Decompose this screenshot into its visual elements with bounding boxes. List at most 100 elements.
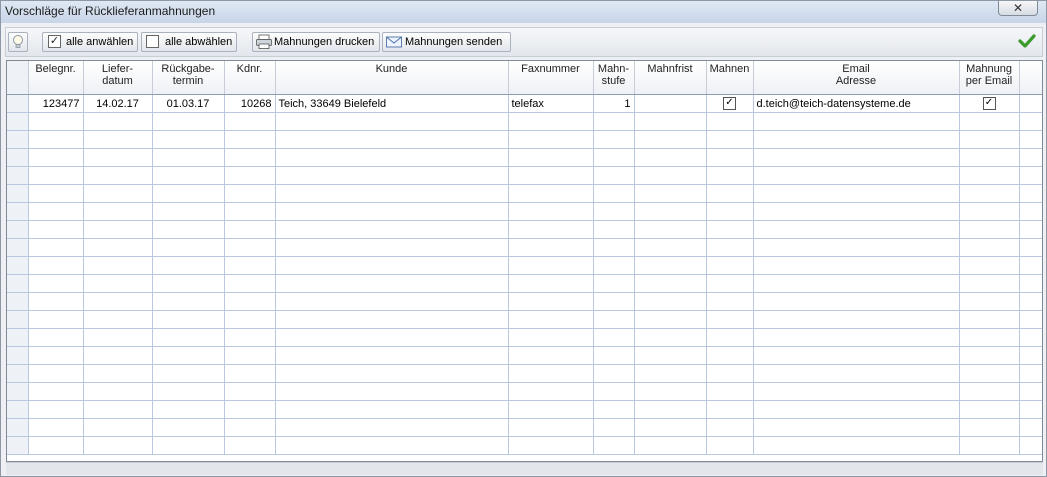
ok-button[interactable]	[1017, 32, 1039, 52]
cell-per_email[interactable]	[959, 328, 1020, 347]
cell-mahnen[interactable]: ✓	[706, 94, 754, 113]
cell-per_email[interactable]	[959, 130, 1020, 149]
row-selector[interactable]	[7, 310, 29, 329]
cell-mahnen[interactable]	[706, 328, 754, 347]
column-header[interactable]: Belegnr.	[28, 61, 84, 95]
cell-per_email[interactable]	[959, 400, 1020, 419]
cell-per_email[interactable]	[959, 166, 1020, 185]
row-selector[interactable]	[7, 400, 29, 419]
empty-table-row[interactable]	[7, 400, 1042, 419]
empty-table-row[interactable]	[7, 310, 1042, 329]
empty-table-row[interactable]	[7, 418, 1042, 437]
cell-per_email[interactable]	[959, 364, 1020, 383]
cell-mahnen[interactable]	[706, 148, 754, 167]
empty-table-row[interactable]	[7, 130, 1042, 149]
row-selector[interactable]	[7, 238, 29, 257]
hint-button[interactable]	[8, 32, 28, 52]
empty-table-row[interactable]	[7, 202, 1042, 221]
column-header[interactable]: Mahnfrist	[634, 61, 707, 95]
cell-per_email[interactable]	[959, 418, 1020, 437]
cell-mahnen[interactable]	[706, 400, 754, 419]
cell-per_email[interactable]	[959, 292, 1020, 311]
empty-table-row[interactable]	[7, 364, 1042, 383]
row-selector[interactable]	[7, 202, 29, 221]
column-header[interactable]: Kunde	[275, 61, 509, 95]
cell-per_email[interactable]	[959, 148, 1020, 167]
empty-table-row[interactable]	[7, 346, 1042, 365]
column-header[interactable]: Email Adresse	[753, 61, 960, 95]
cell-mahnen[interactable]	[706, 256, 754, 275]
cell-mahnen[interactable]	[706, 166, 754, 185]
cell-mahnen[interactable]	[706, 202, 754, 221]
cell-mahnen[interactable]	[706, 310, 754, 329]
column-header[interactable]: Kdnr.	[224, 61, 276, 95]
row-selector[interactable]	[7, 382, 29, 401]
row-selector[interactable]	[7, 364, 29, 383]
cell-mahnen[interactable]	[706, 274, 754, 293]
checkbox-per_email[interactable]: ✓	[982, 97, 996, 110]
cell-per_email[interactable]	[959, 274, 1020, 293]
empty-table-row[interactable]	[7, 238, 1042, 257]
cell-per_email[interactable]	[959, 256, 1020, 275]
select-all-button[interactable]: ✓ alle anwählen	[42, 32, 138, 52]
cell-per_email[interactable]	[959, 238, 1020, 257]
row-selector[interactable]	[7, 220, 29, 239]
row-selector[interactable]	[7, 256, 29, 275]
close-button[interactable]: ✕	[998, 1, 1038, 16]
column-header[interactable]: Mahnung per Email	[959, 61, 1020, 95]
row-selector[interactable]	[7, 436, 29, 455]
row-selector[interactable]	[7, 292, 29, 311]
column-header[interactable]: Rückgabe-termin	[152, 61, 225, 95]
cell-mahnen[interactable]	[706, 382, 754, 401]
row-selector[interactable]	[7, 112, 29, 131]
cell-mahnen[interactable]	[706, 238, 754, 257]
cell-per_email[interactable]	[959, 310, 1020, 329]
row-selector[interactable]	[7, 148, 29, 167]
empty-table-row[interactable]	[7, 256, 1042, 275]
deselect-all-button[interactable]: alle abwählen	[141, 32, 237, 52]
row-selector[interactable]	[7, 166, 29, 185]
cell-mahnen[interactable]	[706, 436, 754, 455]
cell-per_email[interactable]: ✓	[959, 94, 1020, 113]
column-header[interactable]: Liefer-datum	[83, 61, 153, 95]
row-selector[interactable]	[7, 274, 29, 293]
empty-table-row[interactable]	[7, 220, 1042, 239]
row-selector[interactable]	[7, 130, 29, 149]
checkbox-mahnen[interactable]: ✓	[723, 97, 736, 110]
empty-table-row[interactable]	[7, 292, 1042, 311]
empty-table-row[interactable]	[7, 436, 1042, 455]
cell-mahnen[interactable]	[706, 184, 754, 203]
cell-mahnen[interactable]	[706, 364, 754, 383]
column-header[interactable]: Mahnen	[706, 61, 754, 95]
cell-mahnen[interactable]	[706, 292, 754, 311]
empty-table-row[interactable]	[7, 184, 1042, 203]
cell-mahnen[interactable]	[706, 346, 754, 365]
empty-table-row[interactable]	[7, 382, 1042, 401]
empty-table-row[interactable]	[7, 166, 1042, 185]
empty-table-row[interactable]	[7, 274, 1042, 293]
cell-mahnen[interactable]	[706, 418, 754, 437]
column-header[interactable]: Faxnummer	[508, 61, 594, 95]
row-selector[interactable]	[7, 184, 29, 203]
row-selector[interactable]	[7, 346, 29, 365]
cell-per_email[interactable]	[959, 112, 1020, 131]
cell-per_email[interactable]	[959, 346, 1020, 365]
column-header[interactable]: Mahn-stufe	[593, 61, 635, 95]
empty-table-row[interactable]	[7, 328, 1042, 347]
print-reminders-button[interactable]: Mahnungen drucken	[252, 32, 380, 52]
row-selector[interactable]	[7, 94, 29, 113]
cell-per_email[interactable]	[959, 202, 1020, 221]
row-selector[interactable]	[7, 328, 29, 347]
send-reminders-button[interactable]: Mahnungen senden	[382, 32, 511, 52]
cell-per_email[interactable]	[959, 436, 1020, 455]
cell-mahnen[interactable]	[706, 112, 754, 131]
cell-mahnen[interactable]	[706, 130, 754, 149]
empty-table-row[interactable]	[7, 112, 1042, 131]
table-row[interactable]: 123477 14.02.17 01.03.17 10268 Teich, 33649 …	[7, 94, 1042, 113]
row-selector[interactable]	[7, 418, 29, 437]
cell-per_email[interactable]	[959, 220, 1020, 239]
empty-table-row[interactable]	[7, 148, 1042, 167]
cell-per_email[interactable]	[959, 382, 1020, 401]
cell-per_email[interactable]	[959, 184, 1020, 203]
cell-mahnen[interactable]	[706, 220, 754, 239]
